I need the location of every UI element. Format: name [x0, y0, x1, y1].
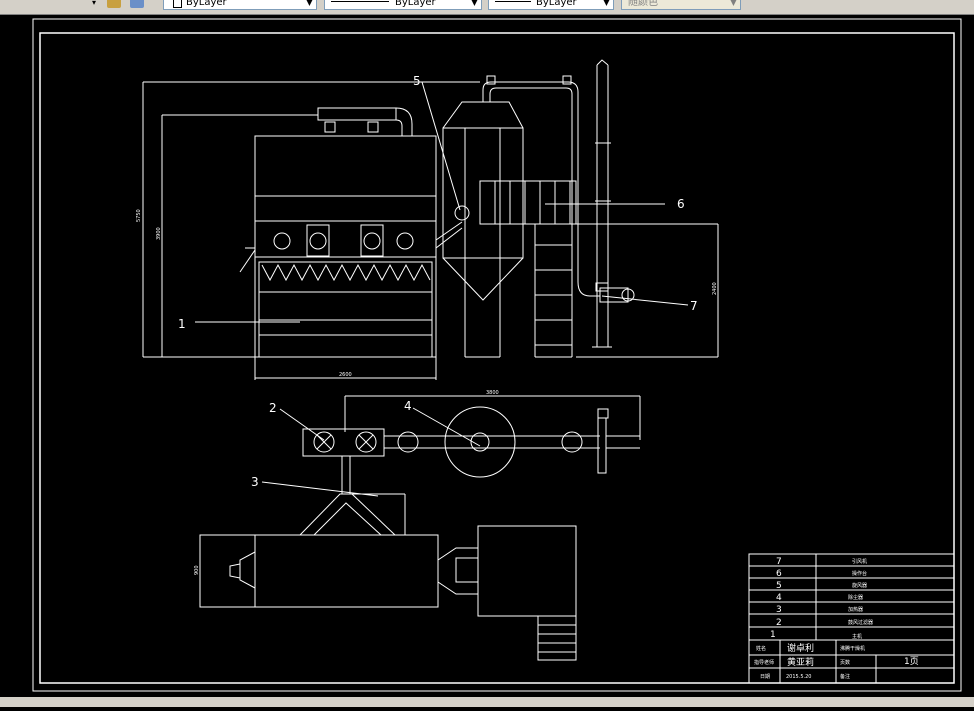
designer-name: 谢卓利 [787, 642, 814, 654]
part-name-3: 加热器 [848, 606, 863, 613]
part-no-1: 1 [770, 630, 776, 640]
linetype-value: ByLayer [395, 0, 436, 8]
lineweight-value: ByLayer [536, 0, 577, 8]
dim-plan-length: 3800 [486, 390, 499, 396]
layer-match-icon[interactable] [107, 0, 121, 8]
part-name-7: 引风机 [852, 558, 867, 565]
part-no-5: 5 [776, 581, 782, 591]
part-name-5: 旋风器 [852, 582, 867, 589]
school-name: 黄亚莉 [787, 656, 814, 668]
cad-drawing: 1 2 3 4 5 6 7 5750 3900 2600 2400 3800 9… [32, 18, 962, 692]
dim-body-width: 2600 [339, 372, 352, 378]
lineweight-sample [495, 1, 531, 2]
layer-previous-icon[interactable] [130, 0, 144, 8]
part-name-6: 操作台 [852, 570, 867, 577]
designer-label: 姓名 [756, 645, 766, 652]
part-name-1: 主机 [852, 633, 862, 640]
dim-overall-height: 5750 [136, 209, 142, 222]
drawing-title: 沸腾干燥机 [840, 645, 865, 652]
callout-6: 6 [677, 197, 685, 211]
callout-7: 7 [690, 299, 698, 313]
remark-label: 备注 [840, 673, 850, 680]
plotstyle-value: 随颜色 [628, 0, 658, 8]
elevation-view [142, 59, 719, 380]
color-value: ByLayer [186, 0, 227, 8]
part-no-7: 7 [776, 557, 782, 567]
drawing-date: 2015.5.20 [786, 674, 811, 680]
chevron-down-icon: ▼ [603, 0, 610, 7]
dropdown-arrow-icon[interactable]: ▾ [92, 0, 96, 10]
part-no-2: 2 [776, 618, 782, 628]
color-dropdown[interactable]: ByLayer ▼ [163, 0, 317, 10]
callout-1: 1 [178, 317, 186, 331]
part-no-4: 4 [776, 593, 782, 603]
dim-cyclone-height: 2400 [712, 282, 718, 295]
model-space-canvas[interactable]: 1 2 3 4 5 6 7 5750 3900 2600 2400 3800 9… [0, 15, 974, 707]
linetype-dropdown[interactable]: ByLayer ▼ [324, 0, 482, 10]
sheet-count: 1页 [904, 656, 919, 667]
callout-5: 5 [413, 74, 421, 88]
part-no-6: 6 [776, 569, 782, 579]
date-label: 日期 [760, 674, 770, 680]
chevron-down-icon: ▼ [471, 0, 478, 7]
plan-view [199, 395, 641, 661]
part-no-3: 3 [776, 605, 782, 615]
plotstyle-dropdown[interactable]: 随颜色 ▼ [621, 0, 741, 10]
part-name-4: 除尘器 [848, 594, 863, 601]
part-name-2: 鼓风过滤器 [848, 619, 873, 626]
properties-toolbar: ▾ ByLayer ▼ ByLayer ▼ ByLayer ▼ 随颜色 ▼ [0, 0, 974, 15]
callout-4: 4 [404, 399, 412, 413]
callout-3: 3 [251, 475, 259, 489]
status-bar [0, 697, 974, 707]
lineweight-dropdown[interactable]: ByLayer ▼ [488, 0, 614, 10]
dim-blower-height: 900 [194, 565, 200, 575]
scale-label: 页数 [840, 659, 850, 666]
linetype-sample [331, 1, 389, 2]
chevron-down-icon: ▼ [306, 0, 313, 7]
chevron-down-icon: ▼ [730, 0, 737, 7]
dim-body-height: 3900 [156, 227, 162, 240]
callout-2: 2 [269, 401, 277, 415]
school-label: 指导老师 [754, 659, 774, 666]
inner-border [39, 32, 955, 684]
color-swatch-icon [173, 0, 182, 8]
